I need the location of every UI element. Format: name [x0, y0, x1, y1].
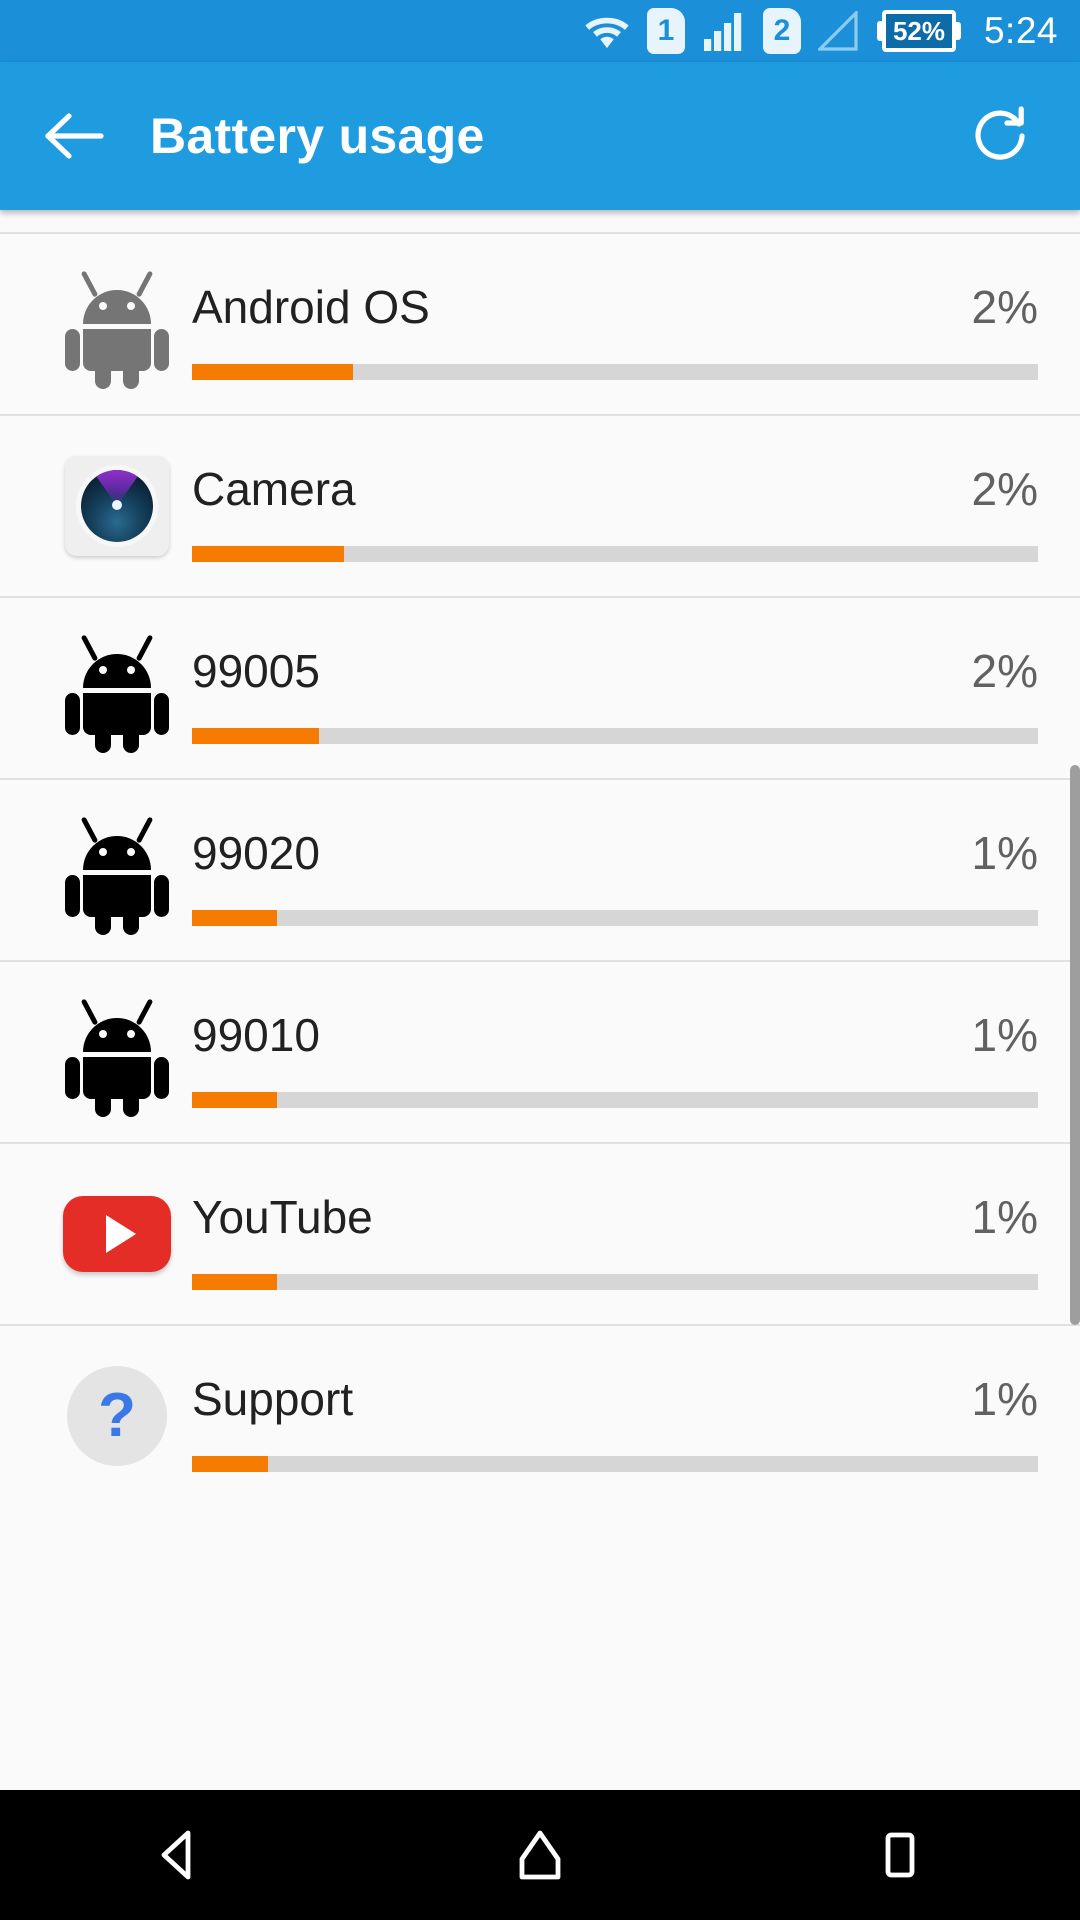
battery-percent-label: 2%	[971, 281, 1038, 333]
list-item-body: 99005 2%	[192, 598, 1080, 778]
battery-percent-label: 1%	[971, 827, 1038, 879]
android-battery-usage-screen: 1 2 52% 5:24 Battery usage Android OS 2%…	[0, 0, 1080, 1920]
app-name-label: Android OS	[192, 281, 430, 333]
battery-percent-label: 1%	[971, 1009, 1038, 1061]
android-robot-gray-icon	[42, 234, 192, 414]
app-name-label: 99010	[192, 1009, 320, 1061]
usage-progress-bar	[192, 1456, 1038, 1472]
app-name-label: Support	[192, 1373, 354, 1425]
usage-progress-bar	[192, 1092, 1038, 1108]
list-item-body: Android OS 2%	[192, 234, 1080, 414]
refresh-icon[interactable]	[964, 99, 1038, 173]
support-help-icon: ?	[42, 1326, 192, 1506]
nav-home-icon[interactable]	[480, 1800, 600, 1910]
page-title: Battery usage	[150, 108, 485, 164]
battery-usage-list[interactable]: Android OS 2% Camera 2% 99005 2% 99020 1…	[0, 210, 1080, 1790]
usage-progress-bar	[192, 1274, 1038, 1290]
list-item-body: YouTube 1%	[192, 1144, 1080, 1324]
usage-progress-fill	[192, 1274, 277, 1290]
app-name-label: 99020	[192, 827, 320, 879]
usage-progress-bar	[192, 728, 1038, 744]
app-name-label: YouTube	[192, 1191, 373, 1243]
battery-status-icon: 52%	[876, 10, 961, 52]
list-item[interactable]: ? Support 1%	[0, 1324, 1080, 1506]
android-robot-black-icon	[42, 962, 192, 1142]
list-item-body: Camera 2%	[192, 416, 1080, 596]
navigation-bar	[0, 1790, 1080, 1920]
battery-percent-label: 1%	[971, 1191, 1038, 1243]
app-bar: Battery usage	[0, 62, 1080, 210]
status-bar: 1 2 52% 5:24	[0, 0, 1080, 62]
youtube-app-icon	[42, 1144, 192, 1324]
list-item[interactable]: 99020 1%	[0, 778, 1080, 960]
usage-progress-fill	[192, 546, 345, 562]
list-item[interactable]: Camera 2%	[0, 414, 1080, 596]
usage-progress-bar	[192, 364, 1038, 380]
app-name-label: 99005	[192, 645, 320, 697]
battery-percent-label: 2%	[971, 645, 1038, 697]
list-item-body: 99020 1%	[192, 780, 1080, 960]
list-item-body: 99010 1%	[192, 962, 1080, 1142]
android-robot-black-icon	[42, 598, 192, 778]
arrow-left-icon[interactable]	[38, 100, 110, 172]
battery-percent-label: 2%	[971, 463, 1038, 515]
app-name-label: Camera	[192, 463, 356, 515]
battery-percent-label: 52%	[881, 10, 956, 52]
usage-progress-bar	[192, 910, 1038, 926]
usage-progress-bar	[192, 546, 1038, 562]
list-item[interactable]: 99010 1%	[0, 960, 1080, 1142]
nav-recents-square-icon[interactable]	[840, 1800, 960, 1910]
signal-bars-icon	[702, 11, 746, 51]
android-robot-black-icon	[42, 780, 192, 960]
usage-progress-fill	[192, 1456, 269, 1472]
signal-empty-icon	[817, 11, 860, 51]
vertical-scrollbar[interactable]	[1070, 765, 1080, 1325]
status-bar-clock: 5:24	[983, 10, 1058, 51]
list-item[interactable]: YouTube 1%	[0, 1142, 1080, 1324]
camera-app-icon	[42, 416, 192, 596]
usage-progress-fill	[192, 364, 353, 380]
usage-progress-fill	[192, 910, 277, 926]
list-item-body: Support 1%	[192, 1326, 1080, 1506]
nav-back-triangle-icon[interactable]	[120, 1800, 240, 1910]
sim1-badge: 1	[646, 8, 685, 54]
sim2-badge: 2	[762, 8, 801, 54]
usage-progress-fill	[192, 728, 319, 744]
wifi-icon	[584, 12, 630, 50]
list-item[interactable]: Android OS 2%	[0, 232, 1080, 414]
list-item[interactable]: 99005 2%	[0, 596, 1080, 778]
battery-percent-label: 1%	[971, 1373, 1038, 1425]
list-top-spacer	[0, 210, 1080, 232]
question-mark-glyph: ?	[67, 1366, 167, 1466]
usage-progress-fill	[192, 1092, 277, 1108]
